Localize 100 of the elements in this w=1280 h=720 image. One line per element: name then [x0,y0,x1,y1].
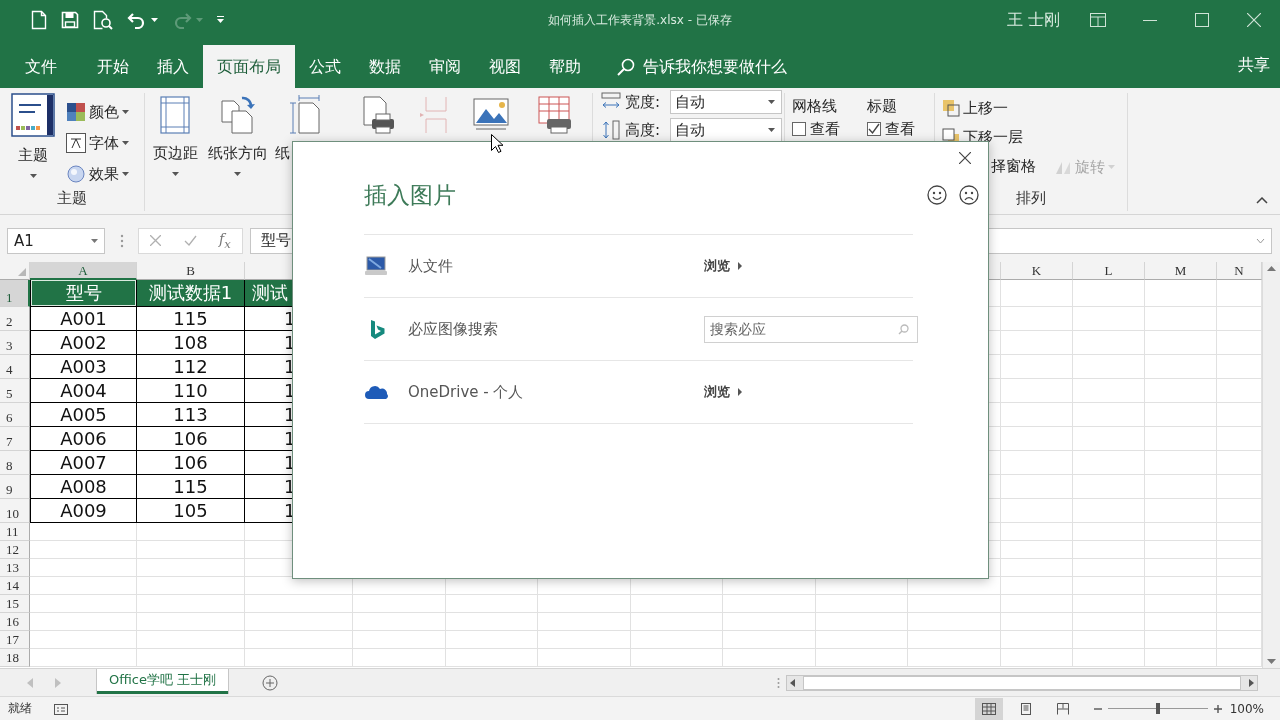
empty-cell[interactable] [723,631,816,649]
empty-cell[interactable] [1145,427,1217,451]
row-header[interactable]: 15 [0,595,30,613]
empty-cell[interactable] [538,595,631,613]
empty-cell[interactable] [1217,541,1262,559]
splitter-icon[interactable] [777,676,780,689]
empty-cell[interactable] [1217,595,1262,613]
row-header[interactable]: 11 [0,523,30,541]
empty-cell[interactable] [1217,523,1262,541]
row-header[interactable]: 2 [0,307,30,331]
ribbon-display-icon[interactable] [1090,13,1106,27]
empty-cell[interactable] [1145,403,1217,427]
empty-cell[interactable] [1145,559,1217,577]
empty-cell[interactable] [1001,307,1073,331]
empty-cell[interactable] [1145,631,1217,649]
empty-cell[interactable] [1001,475,1073,499]
record-macro-icon[interactable] [54,702,68,715]
empty-cell[interactable] [1073,475,1145,499]
empty-cell[interactable] [1145,613,1217,631]
empty-cell[interactable] [1073,499,1145,523]
empty-cell[interactable] [1001,523,1073,541]
frown-icon[interactable] [959,185,979,205]
empty-cell[interactable] [1001,280,1073,307]
column-header[interactable]: B [137,262,245,280]
undo-icon[interactable] [127,11,147,29]
horizontal-scrollbar[interactable] [786,674,1258,691]
scroll-left-icon[interactable] [790,678,795,687]
next-sheet-icon[interactable] [55,677,61,688]
ribbon-tab[interactable]: 数据 [355,45,415,88]
column-header[interactable]: K [1001,262,1073,280]
row-header[interactable]: 18 [0,649,30,667]
empty-cell[interactable] [137,631,245,649]
empty-cell[interactable] [1073,379,1145,403]
empty-cell[interactable] [815,649,909,667]
empty-cell[interactable] [1073,307,1145,331]
empty-cell[interactable] [445,649,539,667]
arrange-button[interactable]: 上移一 [942,96,1054,120]
empty-cell[interactable] [1073,403,1145,427]
empty-cell[interactable] [1073,595,1145,613]
empty-cell[interactable] [1217,613,1262,631]
smile-icon[interactable] [927,185,947,205]
empty-cell[interactable] [630,595,724,613]
name-box[interactable]: A1 [7,227,105,254]
empty-cell[interactable] [1073,280,1145,307]
empty-cell[interactable] [353,631,446,649]
empty-cell[interactable] [908,613,1001,631]
themes-button[interactable]: 主题 [8,93,58,187]
empty-cell[interactable] [908,649,1001,667]
row-header[interactable]: 17 [0,631,30,649]
save-icon[interactable] [61,11,79,29]
empty-cell[interactable] [1217,307,1262,331]
empty-cell[interactable] [353,649,446,667]
empty-cell[interactable] [137,613,245,631]
empty-cell[interactable] [1001,451,1073,475]
empty-cell[interactable] [1001,595,1073,613]
empty-cell[interactable] [538,613,631,631]
empty-cell[interactable] [538,649,631,667]
empty-cell[interactable] [1001,577,1073,595]
empty-cell[interactable] [1145,451,1217,475]
column-header[interactable]: L [1073,262,1145,280]
cancel-icon[interactable] [150,235,162,246]
expand-icon[interactable] [1256,237,1265,244]
empty-cell[interactable] [1217,499,1262,523]
empty-cell[interactable] [1217,475,1262,499]
empty-cell[interactable] [1145,523,1217,541]
empty-cell[interactable] [1145,379,1217,403]
empty-cell[interactable] [1145,541,1217,559]
row-header[interactable]: 12 [0,541,30,559]
select-all-icon[interactable] [18,268,26,276]
empty-cell[interactable] [245,649,353,667]
empty-cell[interactable] [1001,499,1073,523]
empty-cell[interactable] [1145,595,1217,613]
ribbon-tab[interactable]: 页面布局 [203,45,295,88]
search-icon[interactable] [617,57,635,76]
empty-cell[interactable] [1001,559,1073,577]
scroll-up-icon[interactable] [1267,266,1276,271]
scroll-right-icon[interactable] [1249,678,1254,687]
empty-cell[interactable] [1001,379,1073,403]
empty-cell[interactable] [137,595,245,613]
page-setup-button[interactable]: 页边距 [145,93,205,211]
arrange-button[interactable]: 择窗格 [942,154,1054,178]
empty-cell[interactable] [723,595,816,613]
empty-cell[interactable] [1217,427,1262,451]
empty-cell[interactable] [1217,559,1262,577]
scroll-down-icon[interactable] [1267,659,1276,664]
theme-option-button[interactable]: 字体 [66,131,129,155]
empty-cell[interactable] [1001,331,1073,355]
empty-cell[interactable] [1217,379,1262,403]
column-header[interactable]: A [30,262,137,280]
ribbon-tab[interactable]: 视图 [475,45,535,88]
row-header[interactable]: 8 [0,451,30,475]
empty-cell[interactable] [137,649,245,667]
view-checkbox[interactable]: 查看 [792,119,860,139]
empty-cell[interactable] [1001,541,1073,559]
previous-sheet-icon[interactable] [27,677,33,688]
row-header[interactable]: 5 [0,379,30,403]
tell-me-field[interactable]: 告诉我你想要做什么 [643,57,818,76]
drag-handle-icon[interactable] [120,233,124,248]
empty-cell[interactable] [1145,307,1217,331]
empty-cell[interactable] [723,613,816,631]
